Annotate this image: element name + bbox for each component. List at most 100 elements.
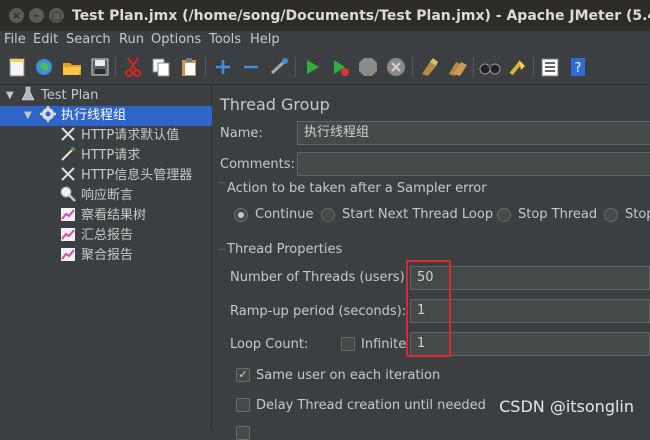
test-plan-flask-icon [21, 86, 35, 101]
expand-arrow-icon[interactable]: ▼ [24, 110, 32, 121]
cut-icon[interactable] [122, 56, 144, 78]
gear-icon [40, 106, 56, 122]
title-bar: × – □ Test Plan.jmx (/home/song/Document… [0, 0, 650, 31]
toolbar-separator [295, 57, 296, 77]
expand-icon[interactable] [212, 56, 234, 78]
watermark: CSDN @itsonglin [499, 397, 634, 416]
wrench-icon [61, 167, 75, 181]
open-icon[interactable] [61, 56, 83, 78]
delay-creation-checkbox[interactable] [236, 398, 250, 412]
chart-icon [61, 228, 75, 241]
tree-node-header-manager[interactable]: HTTP信息头管理器 [60, 166, 192, 186]
menu-run[interactable]: Run [119, 32, 144, 47]
start-icon[interactable] [301, 56, 323, 78]
scheduler-checkbox[interactable] [236, 426, 250, 440]
close-window-button[interactable]: × [9, 8, 24, 23]
stop-icon[interactable] [357, 56, 379, 78]
radio-stop-test-label: Stop [625, 207, 650, 222]
same-user-checkbox[interactable]: ✓ [236, 368, 250, 382]
group-border [219, 182, 225, 183]
radio-stop-thread-label: Stop Thread [518, 207, 598, 222]
collapse-icon[interactable] [240, 56, 262, 78]
radio-continue-label: Continue [255, 207, 314, 222]
tree-node-label: HTTP信息头管理器 [81, 168, 193, 183]
tree-node-http-defaults[interactable]: HTTP请求默认值 [60, 126, 179, 146]
radio-stop-test[interactable] [604, 208, 618, 222]
reset-search-icon[interactable] [507, 56, 529, 78]
paste-icon[interactable] [178, 56, 200, 78]
pipette-icon [61, 147, 75, 161]
toolbar-separator [115, 57, 116, 77]
menu-search[interactable]: Search [66, 32, 111, 47]
save-icon[interactable] [89, 56, 111, 78]
tree-node-label: 响应断言 [81, 188, 134, 203]
help-icon[interactable]: ? [567, 56, 589, 78]
tree-node-view-results-tree[interactable]: 察看结果树 [60, 206, 146, 226]
loop-count-label: Loop Count: [230, 337, 309, 352]
menu-options[interactable]: Options [151, 32, 201, 47]
magnifier-icon [60, 186, 76, 202]
toolbar-separator [412, 57, 413, 77]
panel-title: Thread Group [220, 95, 330, 114]
minimize-window-button[interactable]: – [29, 8, 44, 23]
tree-node-label: 执行线程组 [61, 108, 127, 123]
group-border [219, 249, 225, 250]
name-label: Name: [220, 126, 263, 141]
radio-start-next-loop[interactable] [321, 208, 335, 222]
copy-icon[interactable] [150, 56, 172, 78]
expand-arrow-icon[interactable]: ▼ [6, 90, 14, 101]
tree-node-aggregate-report[interactable]: 聚合报告 [60, 246, 133, 266]
toolbar-separator [205, 57, 206, 77]
rampup-label: Ramp-up period (seconds): [230, 304, 407, 319]
menu-file[interactable]: File [4, 32, 26, 47]
comments-label: Comments: [220, 157, 295, 172]
svg-text:?: ? [575, 61, 582, 76]
tree-node-label: HTTP请求默认值 [81, 128, 180, 143]
start-no-pauses-icon[interactable] [329, 56, 351, 78]
menu-tools[interactable]: Tools [209, 32, 241, 47]
delay-creation-label: Delay Thread creation until needed [256, 398, 486, 413]
chart-icon [61, 248, 75, 261]
tree-node-label: Test Plan [41, 88, 99, 103]
toolbar: ? [0, 50, 650, 85]
clear-icon[interactable] [418, 56, 440, 78]
same-user-label: Same user on each iteration [256, 368, 441, 383]
tree-node-thread-group[interactable]: 执行线程组 [40, 106, 126, 126]
templates-icon[interactable] [33, 56, 55, 78]
toggle-icon[interactable] [268, 56, 290, 78]
name-field[interactable]: 执行线程组 [297, 121, 650, 145]
radio-continue[interactable] [234, 208, 248, 222]
shutdown-icon[interactable] [385, 56, 407, 78]
tree-node-label: 察看结果树 [81, 208, 147, 223]
radio-start-next-loop-label: Start Next Thread Loop [342, 207, 494, 222]
tree-node-label: 聚合报告 [81, 248, 134, 263]
clear-all-icon[interactable] [446, 56, 468, 78]
toolbar-separator [533, 57, 534, 77]
menu-edit[interactable]: Edit [33, 32, 58, 47]
function-helper-icon[interactable] [539, 56, 561, 78]
tree-node-test-plan[interactable]: Test Plan [20, 86, 98, 106]
menu-bar: File Edit Search Run Options Tools Help [0, 31, 650, 50]
new-icon[interactable] [6, 56, 28, 78]
tree-node-label: HTTP请求 [81, 148, 141, 163]
search-icon[interactable] [479, 56, 501, 78]
radio-stop-thread[interactable] [497, 208, 511, 222]
tree-node-label: 汇总报告 [81, 228, 134, 243]
tree-node-summary-report[interactable]: 汇总报告 [60, 226, 133, 246]
infinite-label: Infinite [361, 337, 407, 352]
maximize-window-button[interactable]: □ [49, 8, 64, 23]
tree-node-response-assertion[interactable]: 响应断言 [60, 186, 133, 206]
toolbar-separator [473, 57, 474, 77]
highlight-box [406, 260, 451, 357]
tree-node-http-request[interactable]: HTTP请求 [60, 146, 140, 166]
infinite-checkbox[interactable] [341, 337, 355, 351]
sampler-error-legend: Action to be taken after a Sampler error [227, 181, 487, 196]
comments-field[interactable] [297, 152, 650, 176]
thread-group-panel: Thread Group Name: 执行线程组 Comments: Actio… [213, 86, 650, 440]
test-plan-tree: ▼ Test Plan ▼ 执行线程组 HTTP请求默认值 HTTP请求 HTT… [0, 86, 212, 430]
chart-icon [61, 208, 75, 221]
menu-help[interactable]: Help [250, 32, 280, 47]
thread-properties-legend: Thread Properties [227, 242, 343, 257]
window-title: Test Plan.jmx (/home/song/Documents/Test… [72, 8, 650, 24]
threads-label: Number of Threads (users): [230, 270, 410, 285]
